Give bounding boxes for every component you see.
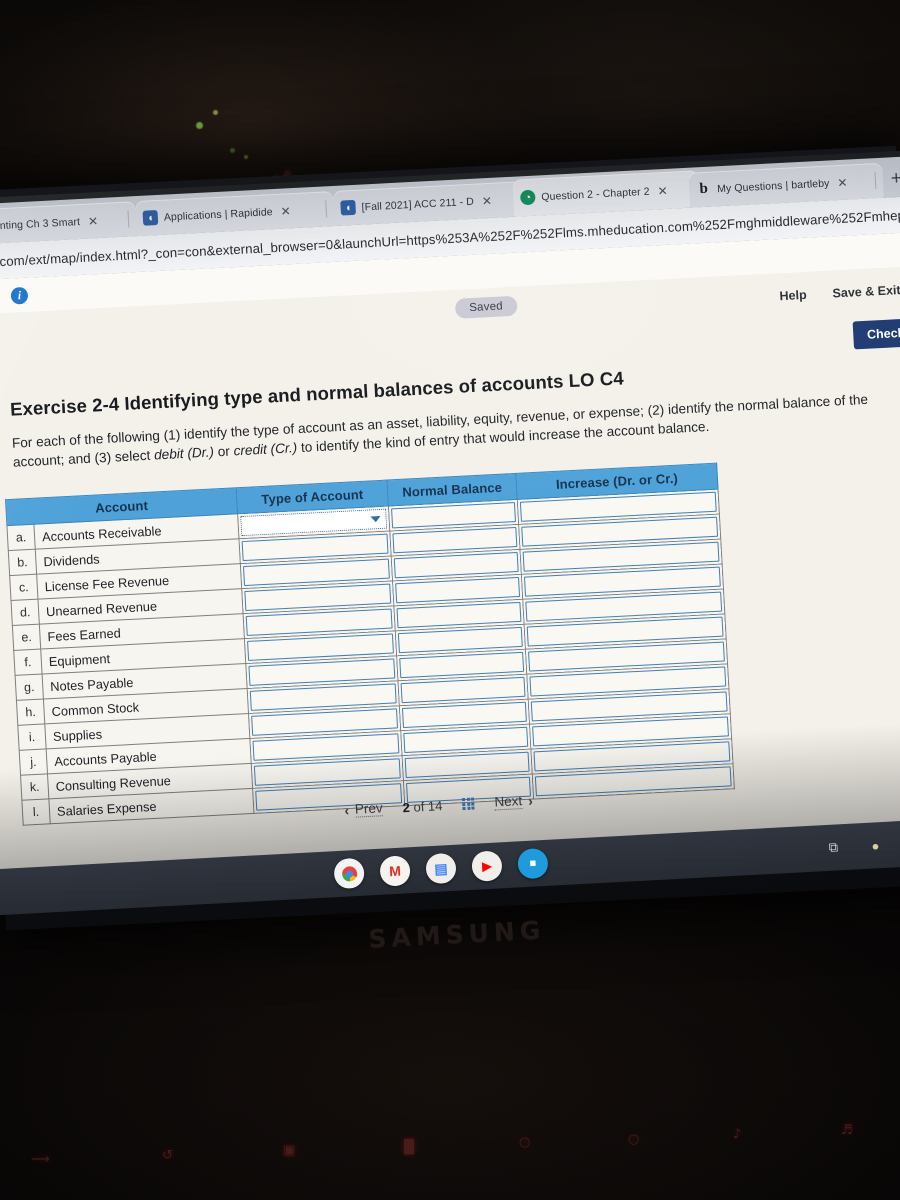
row-letter: a.: [6, 524, 36, 551]
shelf-app-docs-icon[interactable]: ▤: [425, 852, 457, 885]
tab-title: My Questions | bartleby: [716, 177, 830, 195]
instructions-italic-debit: debit (Dr.): [153, 444, 215, 463]
tray-status-icon[interactable]: ●: [865, 835, 886, 856]
prev-question-button[interactable]: ‹ Prev: [344, 800, 384, 818]
chevron-down-icon: [370, 515, 381, 523]
save-and-exit-link[interactable]: Save & Exit: [832, 283, 900, 300]
monitor-screen: nal Pr ✕ Q Accounting Ch 3 Smart ✕ ◖ App…: [0, 148, 900, 883]
normal-balance-select-box[interactable]: [393, 551, 519, 579]
row-letter: e.: [12, 624, 41, 651]
normal-balance-select-box[interactable]: [396, 601, 522, 629]
tab-title: Question 2 - Chapter 2: [540, 185, 650, 203]
normal-balance-select-box[interactable]: [399, 651, 525, 679]
normal-balance-select-box[interactable]: [397, 626, 523, 654]
new-tab-button[interactable]: +: [890, 168, 900, 190]
help-link[interactable]: Help: [779, 288, 807, 303]
tab-favicon-chegg-icon: ◔: [519, 189, 536, 206]
counter-total: 14: [427, 797, 443, 814]
instructions-segment-2: or: [213, 443, 235, 460]
next-label: Next: [494, 793, 523, 811]
tab-title: Applications | Rapidide: [163, 205, 273, 224]
row-letter: l.: [21, 798, 51, 826]
chevron-left-icon: ‹: [344, 802, 350, 818]
shelf-app-gmail-icon[interactable]: M: [379, 855, 411, 887]
row-letter: f.: [13, 649, 43, 676]
shelf-app-youtube-icon[interactable]: ▶: [471, 850, 503, 882]
saved-status-badge: Saved: [454, 295, 518, 319]
normal-balance-select-box[interactable]: [400, 676, 526, 704]
row-letter: i.: [17, 723, 47, 751]
tab-title: [Fall 2021] ACC 211 - D: [361, 195, 475, 214]
instructions-italic-credit: credit (Cr.): [233, 440, 298, 459]
row-letter: h.: [16, 698, 45, 726]
question-grid-icon[interactable]: [461, 797, 475, 811]
counter-of: of: [413, 798, 425, 815]
tab-close-icon[interactable]: ✕: [655, 183, 668, 197]
assignment-action-bar: Help Save & Exit S: [779, 281, 900, 303]
mheducation-connect-page: er 2 Homework i 2 Saved ed ok t ces Help…: [0, 230, 900, 883]
next-question-button[interactable]: Next ›: [494, 793, 533, 811]
tab-close-icon[interactable]: ✕: [278, 204, 291, 218]
tab-favicon-bartleby-icon: b: [699, 180, 709, 198]
normal-balance-select-box[interactable]: [401, 701, 527, 729]
chevron-right-icon: ›: [527, 793, 534, 809]
accounts-answer-table: Account Type of Account Normal Balance I…: [5, 463, 735, 826]
tab-title: Accounting Ch 3 Smart: [0, 215, 81, 234]
row-letter: b.: [8, 549, 37, 576]
prev-label: Prev: [354, 800, 384, 818]
row-letter: g.: [15, 674, 44, 701]
counter-current: 2: [402, 799, 411, 815]
row-letter: d.: [11, 599, 40, 626]
row-letter: k.: [20, 773, 49, 801]
question-counter: 2 of 14: [402, 798, 443, 815]
row-letter: j.: [19, 748, 48, 776]
tab-favicon-canvas-icon: ◖: [340, 199, 357, 216]
normal-balance-select-box[interactable]: [404, 751, 530, 779]
shelf-app-messages-icon[interactable]: ■: [517, 847, 549, 880]
tray-multitask-icon[interactable]: ⧉: [823, 837, 844, 858]
tab-favicon-rapididentity-icon: ◖: [142, 209, 159, 226]
normal-balance-select-box[interactable]: [403, 726, 529, 754]
tab-close-icon[interactable]: ✕: [835, 175, 848, 189]
normal-balance-select-box[interactable]: [391, 502, 516, 529]
shelf-app-chrome-icon[interactable]: [333, 857, 365, 890]
normal-balance-select-box[interactable]: [392, 527, 518, 554]
tab-close-icon[interactable]: ✕: [480, 193, 492, 207]
table-body: a. Accounts Receivable b. Dividends c. Licens…: [6, 489, 735, 826]
check-my-work-button[interactable]: Check my w: [852, 316, 900, 350]
tab-close-icon[interactable]: ✕: [86, 214, 99, 228]
normal-balance-select-box[interactable]: [395, 576, 521, 604]
row-letter: c.: [9, 574, 38, 601]
